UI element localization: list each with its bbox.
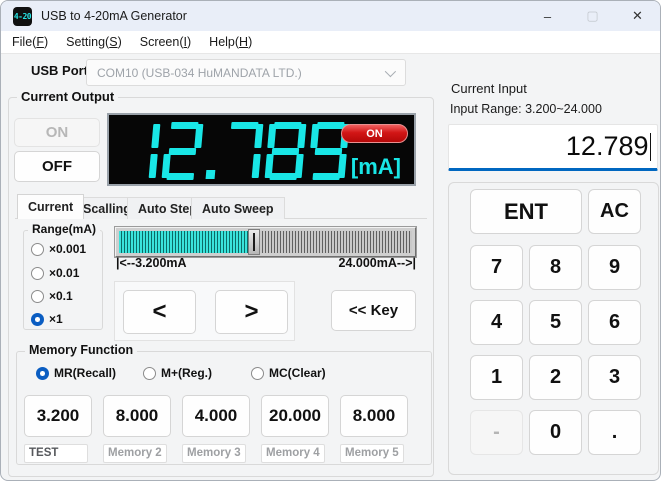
current-input-value: 12.789 [565, 131, 649, 161]
memory-name-field-2[interactable]: Memory 2 [103, 444, 167, 463]
range-option-01[interactable]: ×0.1 [31, 289, 73, 303]
key-2[interactable]: 2 [529, 355, 582, 400]
memory-button-1[interactable]: 3.200 [24, 395, 92, 437]
app-icon: 4-20 [13, 6, 32, 26]
radio-checked-icon [36, 366, 49, 380]
unit-label: [mA] [350, 154, 401, 179]
slider-min-label: |<--3.200mA [116, 256, 187, 270]
slider-fill [119, 231, 254, 253]
radio-icon [143, 366, 156, 380]
window-title: USB to 4-20mA Generator [41, 9, 187, 23]
current-input-label: Current Input [451, 81, 527, 96]
menu-help[interactable]: Help(H) [200, 31, 261, 53]
memory-button-3[interactable]: 4.000 [182, 395, 250, 437]
range-group: Range(mA) ×0.001 ×0.01 ×0.1 ×1 [23, 222, 103, 330]
current-output-group: Current Output ON OFF ON [mA] Current Sc… [8, 89, 434, 477]
memory-group-title: Memory Function [25, 343, 138, 357]
memory-mode-clear[interactable]: MC(Clear) [251, 366, 326, 380]
radio-icon [31, 289, 44, 303]
memory-button-4[interactable]: 20.000 [261, 395, 329, 437]
seven-segment-value [118, 122, 350, 180]
input-range-label: Input Range: 3.200~24.000 [450, 102, 602, 116]
current-input-field[interactable]: 12.789 [448, 124, 658, 171]
memory-name-field-1[interactable]: TEST [24, 444, 88, 463]
key-3[interactable]: 3 [588, 355, 641, 400]
tab-current[interactable]: Current [17, 194, 85, 219]
window-controls: – ▢ ✕ [525, 1, 660, 31]
radio-checked-icon [31, 312, 44, 326]
output-on-button: ON [14, 118, 100, 147]
key-7[interactable]: 7 [470, 245, 523, 290]
memory-mode-register[interactable]: M+(Reg.) [143, 366, 212, 380]
usb-port-value: COM10 (USB-034 HuMANDATA LTD.) [97, 65, 302, 80]
key-6[interactable]: 6 [588, 300, 641, 345]
slider-track[interactable] [119, 229, 412, 255]
radio-icon [251, 366, 264, 380]
memory-mode-recall[interactable]: MR(Recall) [36, 366, 116, 380]
usb-port-select[interactable]: COM10 (USB-034 HuMANDATA LTD.) [86, 59, 406, 86]
memory-button-5[interactable]: 8.000 [340, 395, 408, 437]
memory-name-field-5[interactable]: Memory 5 [340, 444, 404, 463]
output-status-badge: ON [341, 124, 408, 143]
slider-handle[interactable] [247, 229, 260, 255]
tab-auto-sweep[interactable]: Auto Sweep [191, 197, 285, 219]
output-off-button[interactable]: OFF [14, 151, 100, 182]
key-0[interactable]: 0 [529, 410, 582, 455]
key-minus: - [470, 410, 523, 455]
radio-icon [31, 242, 44, 256]
slider-max-label: 24.000mA-->| [338, 256, 417, 270]
key-4[interactable]: 4 [470, 300, 523, 345]
current-output-title: Current Output [17, 89, 119, 104]
memory-name-field-4[interactable]: Memory 4 [261, 444, 325, 463]
key-8[interactable]: 8 [529, 245, 582, 290]
key-1[interactable]: 1 [470, 355, 523, 400]
memory-function-group: Memory Function MR(Recall) M+(Reg.) MC(C… [16, 343, 432, 465]
range-option-001[interactable]: ×0.01 [31, 266, 79, 280]
close-button[interactable]: ✕ [615, 1, 660, 31]
maximize-button: ▢ [586, 8, 599, 23]
key-ac[interactable]: AC [588, 189, 641, 234]
key-5[interactable]: 5 [529, 300, 582, 345]
app-window: 4-20 USB to 4-20mA Generator – ▢ ✕ File(… [0, 0, 661, 481]
range-group-title: Range(mA) [28, 222, 101, 236]
menu-bar: File(F) Setting(S) Screen(I) Help(H) [1, 31, 660, 54]
range-option-0001[interactable]: ×0.001 [31, 242, 86, 256]
menu-file[interactable]: File(F) [3, 31, 57, 53]
radio-icon [31, 266, 44, 280]
numeric-keypad: ENT AC 7 8 9 4 5 6 1 2 3 - 0 . [448, 182, 659, 475]
step-down-button[interactable]: < [123, 290, 196, 334]
current-slider[interactable] [115, 227, 416, 257]
step-button-panel: < > [114, 281, 295, 341]
key-mode-button[interactable]: << Key [331, 290, 416, 331]
key-dot[interactable]: . [588, 410, 641, 455]
menu-setting[interactable]: Setting(S) [57, 31, 131, 53]
input-range-value: 3.200~24.000 [525, 102, 602, 116]
chevron-down-icon [384, 65, 397, 78]
memory-name-field-3[interactable]: Memory 3 [182, 444, 246, 463]
tab-strip: Current Scalling Auto Step Auto Sweep [15, 194, 427, 219]
title-bar: 4-20 USB to 4-20mA Generator – ▢ ✕ [1, 1, 660, 31]
key-ent[interactable]: ENT [470, 189, 582, 234]
usb-port-label: USB Port [31, 63, 89, 78]
slider-labels: |<--3.200mA 24.000mA-->| [116, 256, 416, 270]
menu-screen[interactable]: Screen(I) [131, 31, 200, 53]
minimize-button[interactable]: – [525, 1, 570, 31]
seven-segment-display: ON [mA] [107, 113, 416, 186]
memory-button-2[interactable]: 8.000 [103, 395, 171, 437]
key-9[interactable]: 9 [588, 245, 641, 290]
text-cursor [649, 132, 651, 161]
range-option-1[interactable]: ×1 [31, 312, 63, 326]
step-up-button[interactable]: > [215, 290, 288, 334]
